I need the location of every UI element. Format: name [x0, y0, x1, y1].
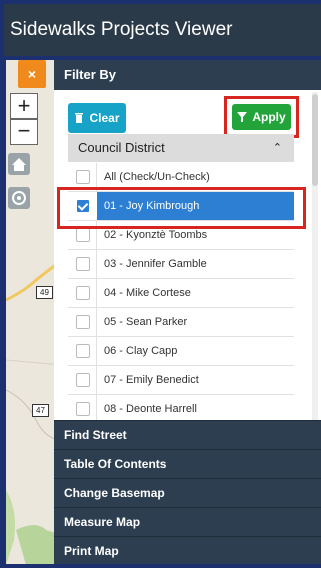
plus-icon: + [17, 93, 31, 118]
app-header: Sidewalks Projects Viewer [4, 4, 321, 56]
measure-map-section[interactable]: Measure Map [54, 507, 321, 536]
list-item[interactable]: 05 - Sean Parker [68, 308, 294, 337]
tools-accordion: Find Street Table Of Contents Change Bas… [54, 420, 321, 565]
trash-icon [75, 113, 84, 123]
close-icon: × [27, 66, 37, 82]
locate-icon [12, 191, 26, 205]
list-item[interactable]: 08 - Deonte Harrell [68, 395, 294, 422]
find-street-section[interactable]: Find Street [54, 420, 321, 449]
list-item[interactable]: 04 - Mike Cortese [68, 279, 294, 308]
checkbox[interactable] [76, 286, 90, 300]
council-district-header[interactable]: Council District ⌃ [68, 134, 294, 162]
filter-panel: Filter By Clear Apply Council District ⌃… [54, 60, 321, 422]
home-icon [12, 158, 26, 171]
bottom-border [0, 564, 321, 568]
panel-scrollbar[interactable] [312, 92, 318, 422]
checkbox[interactable] [76, 170, 90, 184]
checkbox[interactable] [76, 373, 90, 387]
list-item[interactable]: 07 - Emily Benedict [68, 366, 294, 395]
print-map-section[interactable]: Print Map [54, 536, 321, 565]
checkbox-checked[interactable] [76, 199, 90, 213]
clear-label: Clear [89, 111, 120, 125]
list-item[interactable]: 06 - Clay Capp [68, 337, 294, 366]
filter-icon [237, 112, 248, 122]
apply-button[interactable]: Apply [232, 104, 291, 130]
checkbox[interactable] [76, 402, 90, 416]
home-button[interactable] [8, 153, 30, 175]
list-item[interactable]: 02 - Kyonztè Toombs [68, 221, 294, 250]
road-shield: 49 [36, 286, 53, 299]
clear-button[interactable]: Clear [68, 103, 126, 133]
district-list: All (Check/Un-Check) 01 - Joy Kimbrough … [68, 163, 294, 422]
checkbox[interactable] [76, 257, 90, 271]
change-basemap-section[interactable]: Change Basemap [54, 478, 321, 507]
apply-highlight: Apply [224, 96, 299, 138]
checkbox[interactable] [76, 315, 90, 329]
checkbox[interactable] [76, 344, 90, 358]
group-label: Council District [78, 140, 165, 155]
list-item-selected[interactable]: 01 - Joy Kimbrough [68, 192, 294, 221]
chevron-up-icon: ⌃ [272, 142, 282, 154]
list-item[interactable]: All (Check/Un-Check) [68, 163, 294, 192]
close-panel-button[interactable]: × [18, 60, 46, 88]
table-of-contents-section[interactable]: Table Of Contents [54, 449, 321, 478]
app-title: Sidewalks Projects Viewer [10, 19, 233, 40]
road-shield: 47 [32, 404, 49, 417]
zoom-in-button[interactable]: + [10, 93, 38, 119]
scrollbar-thumb[interactable] [312, 94, 318, 186]
locate-button[interactable] [8, 187, 30, 209]
zoom-out-button[interactable]: − [10, 119, 38, 145]
filter-panel-title: Filter By [54, 60, 321, 90]
apply-label: Apply [252, 110, 286, 124]
minus-icon: − [17, 118, 31, 143]
list-item[interactable]: 03 - Jennifer Gamble [68, 250, 294, 279]
checkbox[interactable] [76, 228, 90, 242]
